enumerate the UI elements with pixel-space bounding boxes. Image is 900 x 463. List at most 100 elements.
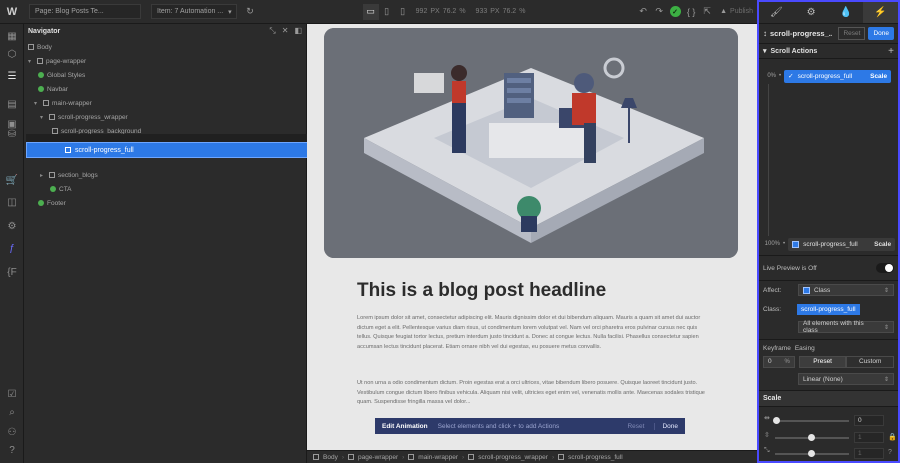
breadcrumb-item[interactable]: Body	[323, 454, 338, 461]
keyframe-target-label: scroll-progress_full	[803, 240, 858, 248]
animation-done-button[interactable]: Done	[654, 422, 685, 430]
easing-select[interactable]: Linear (None) ⇕	[798, 373, 894, 385]
tree-item-section-blogs[interactable]: ▸ section_blogs	[40, 168, 98, 182]
element-box-icon	[313, 454, 319, 460]
scale-z-slider[interactable]	[775, 450, 849, 457]
components-icon[interactable]: ⬡	[0, 44, 24, 64]
scale-x-input[interactable]: 0	[854, 415, 884, 426]
settings-tab-gear-icon[interactable]: ⚙	[794, 2, 829, 23]
breadcrumb-item[interactable]: page-wrapper	[358, 454, 398, 461]
item-selector[interactable]: Item: 7 Automation ... ▾	[146, 0, 242, 24]
affect-select[interactable]: Class ⇕	[798, 284, 894, 296]
slider-knob[interactable]	[808, 450, 815, 457]
breadcrumb-item[interactable]: scroll-progress_wrapper	[478, 454, 548, 461]
lock-icon[interactable]: 🔒	[888, 433, 897, 441]
slider-knob[interactable]	[808, 434, 815, 441]
scope-row: All elements with this class ⇕	[763, 320, 894, 334]
paragraph-1[interactable]: Lorem ipsum dolor sit amet, consectetur …	[357, 314, 707, 352]
breadcrumb-item[interactable]: main-wrapper	[418, 454, 458, 461]
pages-list-icon[interactable]: ▤	[0, 94, 24, 114]
design-canvas[interactable]: This is a blog post headline Lorem ipsum…	[307, 24, 758, 450]
class-tag[interactable]: scroll-progress_full	[797, 303, 860, 315]
scope-select[interactable]: All elements with this class ⇕	[798, 320, 894, 334]
scale-y-input[interactable]: 1	[854, 432, 884, 443]
navigator-panel: Navigator ⤡ ✕ ◧ Body ▾ page-wrapper Glob…	[24, 24, 307, 463]
tree-item-body[interactable]: Body	[28, 40, 52, 54]
zoom2-value: 76.2	[502, 8, 517, 15]
publish-button[interactable]: ▲ Publish	[715, 0, 758, 24]
code-icon[interactable]: { }	[683, 4, 699, 20]
tree-item-main-wrapper[interactable]: ▾ main-wrapper	[34, 96, 92, 110]
tree-item-label: Global Styles	[47, 71, 86, 79]
tree-item-scroll-progress-wrapper[interactable]: ▾ scroll-progress_wrapper	[40, 110, 128, 124]
scale-y-slider[interactable]	[775, 434, 849, 441]
search-icon[interactable]: ⌕	[0, 402, 24, 422]
live-preview-toggle[interactable]	[876, 263, 894, 273]
desktop-breakpoint-icon[interactable]: ▭	[362, 3, 379, 20]
caret-down-icon[interactable]: ▾	[34, 100, 40, 107]
finsweet-icon[interactable]: ƒ	[0, 238, 24, 258]
tree-item-global-styles[interactable]: Global Styles	[38, 68, 85, 82]
scale-z-input[interactable]: 1	[854, 448, 884, 459]
audit-icon[interactable]: ☑	[0, 384, 24, 404]
caret-right-icon[interactable]: ▸	[40, 172, 46, 179]
page-selector[interactable]: Page: Blog Posts Te...	[24, 0, 146, 24]
paragraph-2[interactable]: Ut non urna a odio condimentum dictum. P…	[357, 379, 707, 417]
slider-knob[interactable]	[773, 417, 780, 424]
users-icon[interactable]: ◫	[0, 192, 24, 212]
mobile-breakpoint-icon[interactable]: ▯	[395, 4, 411, 20]
live-preview-row: Live Preview is Off	[763, 262, 894, 274]
variables-icon[interactable]: {F	[0, 262, 24, 282]
tree-item-footer[interactable]: Footer	[38, 196, 66, 210]
undo-icon[interactable]: ↶	[635, 4, 651, 20]
caret-down-icon[interactable]: ▾	[40, 114, 46, 121]
tree-item-label: CTA	[59, 185, 72, 193]
collapse-icon[interactable]: ⤡	[269, 26, 275, 36]
checkbox-icon[interactable]	[792, 240, 800, 248]
webflow-logo[interactable]: W	[0, 0, 24, 24]
add-action-icon[interactable]: +	[888, 46, 894, 57]
redo-icon[interactable]: ↷	[651, 4, 667, 20]
keyframe-start-row[interactable]: 0% • ✓ scroll-progress_full Scale	[763, 69, 892, 83]
keyframe-input[interactable]: 0 %	[763, 355, 795, 368]
close-icon[interactable]: ✕	[282, 26, 289, 36]
breadcrumb-item[interactable]: scroll-progress_full	[568, 454, 623, 461]
export-icon[interactable]: ⇱	[699, 4, 715, 20]
keyframe-dot-icon: •	[783, 241, 786, 247]
pages-icon[interactable]: ▦	[0, 26, 24, 46]
navigator-icon[interactable]: ☰	[0, 66, 24, 86]
ecommerce-icon[interactable]: 🛒	[0, 170, 24, 190]
settings-icon[interactable]: ⚙	[0, 216, 24, 236]
help-circle-icon[interactable]: ?	[888, 449, 892, 456]
scale-x-slider[interactable]	[773, 417, 849, 424]
done-button[interactable]: Done	[868, 27, 894, 40]
cms-icon[interactable]: ⛁	[0, 124, 24, 144]
scroll-actions-header[interactable]: ▾ Scroll Actions +	[759, 44, 898, 59]
tree-item-navbar[interactable]: Navbar	[38, 82, 68, 96]
tree-item-page-wrapper[interactable]: ▾ page-wrapper	[28, 54, 86, 68]
tablet-breakpoint-icon[interactable]: ▯	[379, 4, 395, 20]
caret-down-icon[interactable]: ▾	[28, 58, 34, 65]
animation-name[interactable]: scroll-progress_...	[770, 29, 832, 38]
style-manager-drops-icon[interactable]: 💧	[829, 2, 864, 23]
interactions-tab-bolt-icon[interactable]: ⚡	[863, 2, 898, 23]
tree-item-cta[interactable]: CTA	[50, 182, 72, 196]
animation-reset-button[interactable]: Reset	[627, 423, 644, 430]
preset-easing-button[interactable]: Preset	[798, 355, 847, 368]
timeline-track	[768, 84, 769, 236]
class-row: Class: scroll-progress_full	[763, 303, 894, 315]
post-headline[interactable]: This is a blog post headline	[357, 280, 606, 302]
zoom-unit: %	[459, 8, 466, 15]
community-icon[interactable]: ⚇	[0, 422, 24, 442]
refresh-icon[interactable]: ↻	[242, 4, 258, 20]
status-check-icon[interactable]: ✓	[667, 4, 683, 20]
help-icon[interactable]: ?	[0, 440, 24, 460]
custom-easing-button[interactable]: Custom	[846, 355, 894, 368]
keyframe-start-action[interactable]: ✓ scroll-progress_full Scale	[784, 69, 892, 83]
keyframe-end-row[interactable]: 100% • scroll-progress_full Scale	[763, 237, 896, 251]
dock-icon[interactable]: ◧	[294, 26, 302, 36]
keyframe-end-action[interactable]: scroll-progress_full Scale	[788, 237, 896, 251]
component-icon	[50, 186, 56, 192]
style-tab-brush-icon[interactable]: 🖌	[759, 2, 794, 23]
reset-button[interactable]: Reset	[838, 27, 866, 40]
